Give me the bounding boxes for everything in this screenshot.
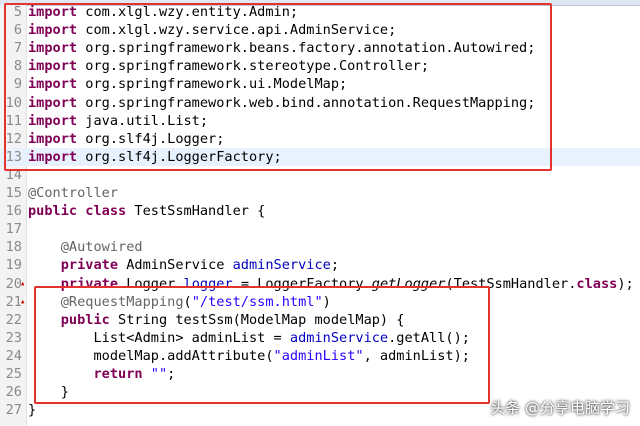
code-token: class [576,275,618,292]
code-line[interactable]: 16 public class TestSsmHandler { [0,202,640,220]
line-number: 18 [5,239,22,256]
line-number: 15 [5,185,22,201]
watermark: 头条 @分享电脑学习 [490,397,630,418]
code-token: public [28,203,78,220]
line-number: 17 [5,221,22,238]
line-number: 25 [5,366,22,382]
code-token: class [85,203,127,220]
imports-highlight-box [4,3,552,171]
line-number: 21 [5,293,22,310]
code-line[interactable]: 17 [0,220,640,238]
code-token: private [60,257,119,274]
gutter-marker-icon: ▴ [20,296,26,307]
line-number: 24 [5,347,22,364]
code-token: AdminService [118,257,233,274]
line-code: private AdminService adminService; [28,256,339,274]
code-token: ); [617,275,634,292]
code-line[interactable]: 19 private AdminService adminService; [0,256,640,274]
code-token: ; [330,257,340,274]
line-number: 26 [5,384,22,401]
line-number: 27 [5,402,22,419]
line-number: 16 [5,203,22,220]
code-token: adminService [232,257,331,274]
code-token: @Controller [28,185,119,201]
line-number: 20 [5,275,22,292]
gutter-marker-icon: ▴ [20,278,26,289]
code-token: } [28,402,37,419]
code-token: TestSsmHandler { [126,203,266,220]
code-token: @Autowired [60,239,143,256]
line-code: @Controller [28,184,118,202]
code-line[interactable]: 15 @Controller [0,184,640,202]
line-number: 22 [5,311,22,328]
line-number: 23 [5,329,22,346]
code-line[interactable]: 18 @Autowired [0,238,640,256]
line-number: 19 [5,257,22,274]
line-code: public class TestSsmHandler { [28,202,265,220]
line-code: @Autowired [28,238,143,256]
watermark-text: 头条 @分享电脑学习 [490,399,630,417]
method-highlight-box [34,286,490,404]
